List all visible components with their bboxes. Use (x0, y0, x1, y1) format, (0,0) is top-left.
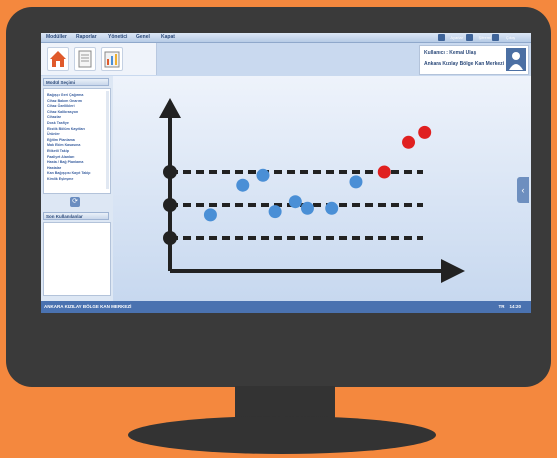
status-bar: ANKARA KIZILAY BÖLGE KAN MERKEZİ TR 14:2… (41, 301, 531, 313)
data-point (325, 201, 339, 215)
side-panel-toggle[interactable]: ‹ (517, 177, 529, 203)
settings-icon[interactable] (438, 34, 445, 41)
module-item[interactable]: Eğitim Planlama (47, 138, 75, 142)
menu-general[interactable]: Genel (136, 34, 150, 40)
module-item[interactable]: Cihaz Bakım Onarım (47, 99, 82, 103)
data-point (288, 195, 302, 209)
module-item[interactable]: Cihazlar (47, 115, 61, 119)
data-point (377, 165, 391, 179)
module-item[interactable]: Kan Bağışçısı Kayıt Takip (47, 171, 90, 175)
module-list: Bağışçı Geri Çağırma Cihaz Bakım Onarım Ci… (43, 88, 111, 194)
monitor-base (128, 416, 436, 454)
user-name: Kullanıcı : Kemal Ulaş (424, 50, 477, 56)
module-item[interactable]: Cihaz Özellikleri (47, 104, 75, 108)
close-menu[interactable]: Kapat (161, 34, 175, 40)
y-axis-arrow (159, 98, 181, 118)
reference-tick-dot (163, 198, 177, 212)
data-point (300, 201, 314, 215)
module-item[interactable]: Hastalar (47, 166, 61, 170)
data-point (236, 178, 250, 192)
user-silhouette-icon (509, 52, 523, 70)
home-icon (50, 51, 66, 67)
user-center: Ankara Kızılay Bölge Kan Merkezi (424, 61, 505, 67)
data-point (268, 205, 282, 219)
document-button[interactable] (74, 47, 96, 71)
menu-admin[interactable]: Yönetici (108, 34, 127, 40)
monitor-frame: Modüller Raporlar Yönetici Genel Kapat A… (6, 7, 551, 387)
monitor-neck (235, 386, 335, 420)
module-item[interactable]: Dosk Tasfiye (47, 121, 69, 125)
module-item[interactable]: Bağışçı Geri Çağırma (47, 93, 83, 97)
module-list-scrollbar[interactable] (106, 91, 109, 189)
reference-tick-dot (163, 231, 177, 245)
toolbar (41, 43, 157, 75)
module-item[interactable]: Ürünler (47, 132, 60, 136)
settings-link[interactable]: Ayarlar (450, 35, 463, 40)
logout-link[interactable]: Çıkış (506, 35, 515, 40)
home-button[interactable] (47, 47, 69, 71)
menu-modules[interactable]: Modüller (46, 34, 67, 40)
left-panel: Modül Seçimi Bağışçı Geri Çağırma Cihaz B… (41, 76, 113, 301)
data-point (256, 168, 270, 182)
history-header: Son Kullanılanlar (43, 212, 109, 220)
menu-reports[interactable]: Raporlar (76, 34, 97, 40)
password-icon[interactable] (466, 34, 473, 41)
status-center-name: ANKARA KIZILAY BÖLGE KAN MERKEZİ (44, 304, 132, 309)
data-point (418, 125, 432, 139)
scatter-chart (159, 98, 465, 283)
module-item[interactable]: Cihaz Kalibrasyon (47, 110, 78, 114)
workspace (113, 76, 531, 301)
data-point (402, 135, 416, 149)
password-link[interactable]: Şifremi (479, 35, 491, 40)
x-axis-arrow (441, 259, 465, 283)
module-header: Modül Seçimi (43, 78, 109, 86)
avatar (506, 48, 526, 71)
report-icon (104, 51, 120, 68)
status-lang-time: TR 14:20 (498, 304, 521, 309)
history-list (43, 222, 111, 296)
document-icon (78, 50, 92, 68)
module-item[interactable]: Etiketli Takip (47, 149, 69, 153)
data-point (349, 175, 363, 189)
reference-tick-dot (163, 165, 177, 179)
module-item[interactable]: Ekstik Bölüm Kayıtları (47, 127, 85, 131)
data-point (203, 208, 217, 222)
module-item[interactable]: Kimlik Eşleşme (47, 177, 73, 181)
user-info: Kullanıcı : Kemal Ulaş Ankara Kızılay Bö… (419, 45, 529, 75)
module-item[interactable]: Hasta / Bağ Planlama (47, 160, 83, 164)
module-item[interactable]: Faaliyet Alanları (47, 155, 74, 159)
report-button[interactable] (101, 47, 123, 71)
status-time: 14:20 (509, 304, 521, 309)
screen: Modüller Raporlar Yönetici Genel Kapat A… (41, 33, 531, 313)
logout-icon[interactable] (492, 34, 499, 41)
status-lang: TR (498, 304, 505, 309)
refresh-icon[interactable]: ⟳ (70, 197, 80, 207)
module-item[interactable]: Mak Ekim Kasasına (47, 143, 80, 147)
